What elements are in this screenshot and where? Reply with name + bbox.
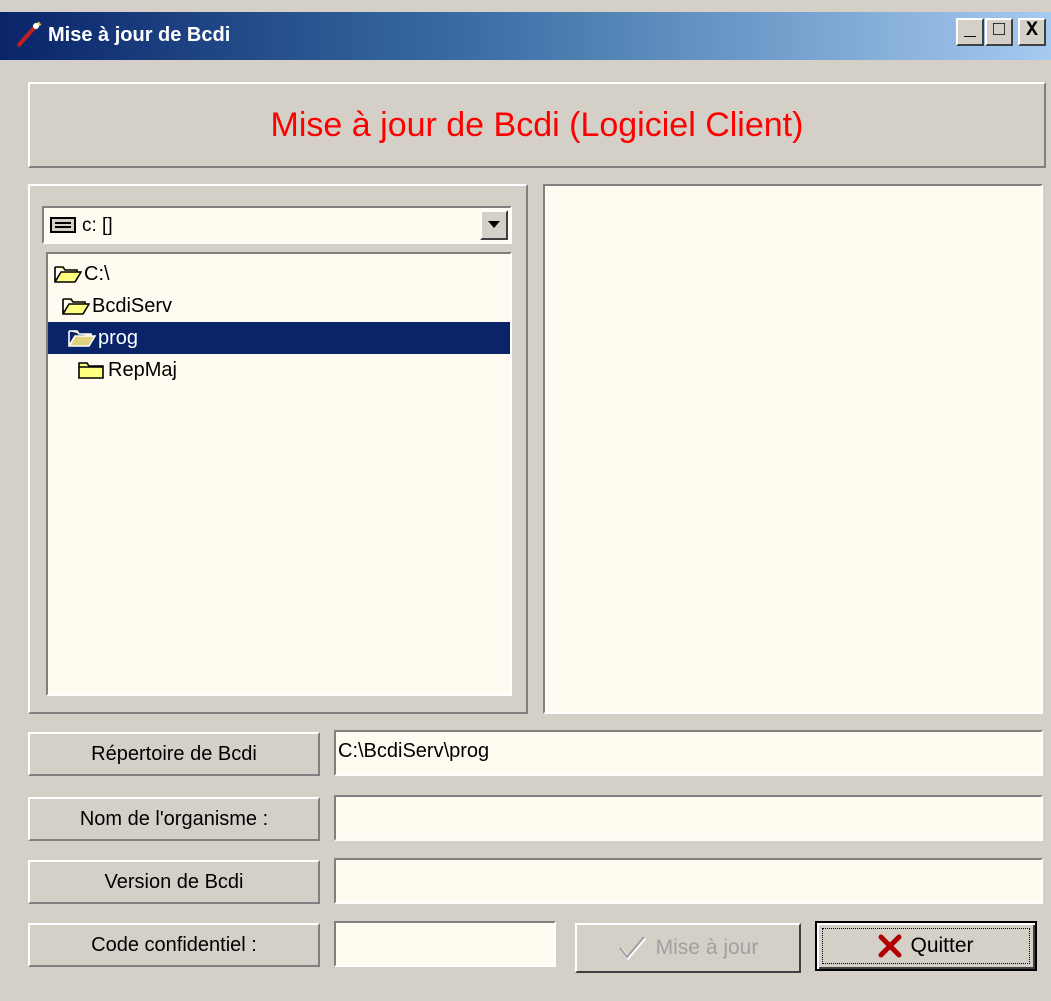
update-button[interactable]: Mise à jour <box>575 923 801 973</box>
repertoire-label: Répertoire de Bcdi <box>28 732 320 776</box>
tree-item-label: C:\ <box>84 263 110 285</box>
tree-item-label: BcdiServ <box>92 295 173 317</box>
folder-browser-panel: c: [] C:\ BcdiServ prog RepMaj <box>28 184 528 714</box>
quit-button[interactable]: Quitter <box>815 921 1037 971</box>
quit-button-label: Quitter <box>910 934 974 957</box>
close-icon <box>878 934 902 958</box>
tree-item-prog[interactable]: prog <box>48 322 510 354</box>
open-folder-icon <box>62 298 90 315</box>
minimize-icon: _ <box>963 19 976 42</box>
repertoire-field[interactable]: C:\BcdiServ\prog <box>334 730 1043 776</box>
chevron-down-icon <box>488 221 500 228</box>
checkmark-icon <box>618 936 646 961</box>
tree-item-label: RepMaj <box>108 359 177 381</box>
drive-select[interactable]: c: [] <box>42 206 512 244</box>
header-panel: Mise à jour de Bcdi (Logiciel Client) <box>28 82 1046 168</box>
main-window: Mise à jour de Bcdi _ □ X Mise à jour de… <box>0 0 1051 1001</box>
header-title: Mise à jour de Bcdi (Logiciel Client) <box>270 106 804 144</box>
organisme-label: Nom de l'organisme : <box>28 797 320 841</box>
drive-select-value: c: [] <box>82 215 113 236</box>
open-folder-icon <box>54 266 82 283</box>
tree-item-repmaj[interactable]: RepMaj <box>74 354 274 386</box>
file-list-panel[interactable] <box>543 184 1043 714</box>
tree-item-bcdiserv[interactable]: BcdiServ <box>58 290 258 322</box>
close-icon: X <box>1025 19 1038 42</box>
folder-tree[interactable]: C:\ BcdiServ prog RepMaj <box>46 252 512 696</box>
tree-item-root[interactable]: C:\ <box>50 258 250 290</box>
closed-folder-icon <box>78 362 104 379</box>
code-field[interactable] <box>334 921 556 967</box>
tree-item-label: prog <box>98 327 139 349</box>
maximize-button[interactable]: □ <box>985 18 1013 46</box>
title-bar[interactable]: Mise à jour de Bcdi _ □ X <box>0 12 1051 60</box>
update-button-label: Mise à jour <box>655 936 759 959</box>
minimize-button[interactable]: _ <box>956 18 984 46</box>
window-title: Mise à jour de Bcdi <box>48 24 231 46</box>
version-label: Version de Bcdi <box>28 860 320 904</box>
maximize-icon: □ <box>992 19 1005 42</box>
code-label: Code confidentiel : <box>28 923 320 967</box>
open-folder-icon <box>68 330 96 347</box>
app-icon <box>16 21 42 48</box>
dropdown-button[interactable] <box>480 210 508 240</box>
close-button[interactable]: X <box>1018 18 1046 46</box>
organisme-field[interactable] <box>334 795 1043 841</box>
drive-icon <box>50 217 76 233</box>
version-field[interactable] <box>334 858 1043 904</box>
